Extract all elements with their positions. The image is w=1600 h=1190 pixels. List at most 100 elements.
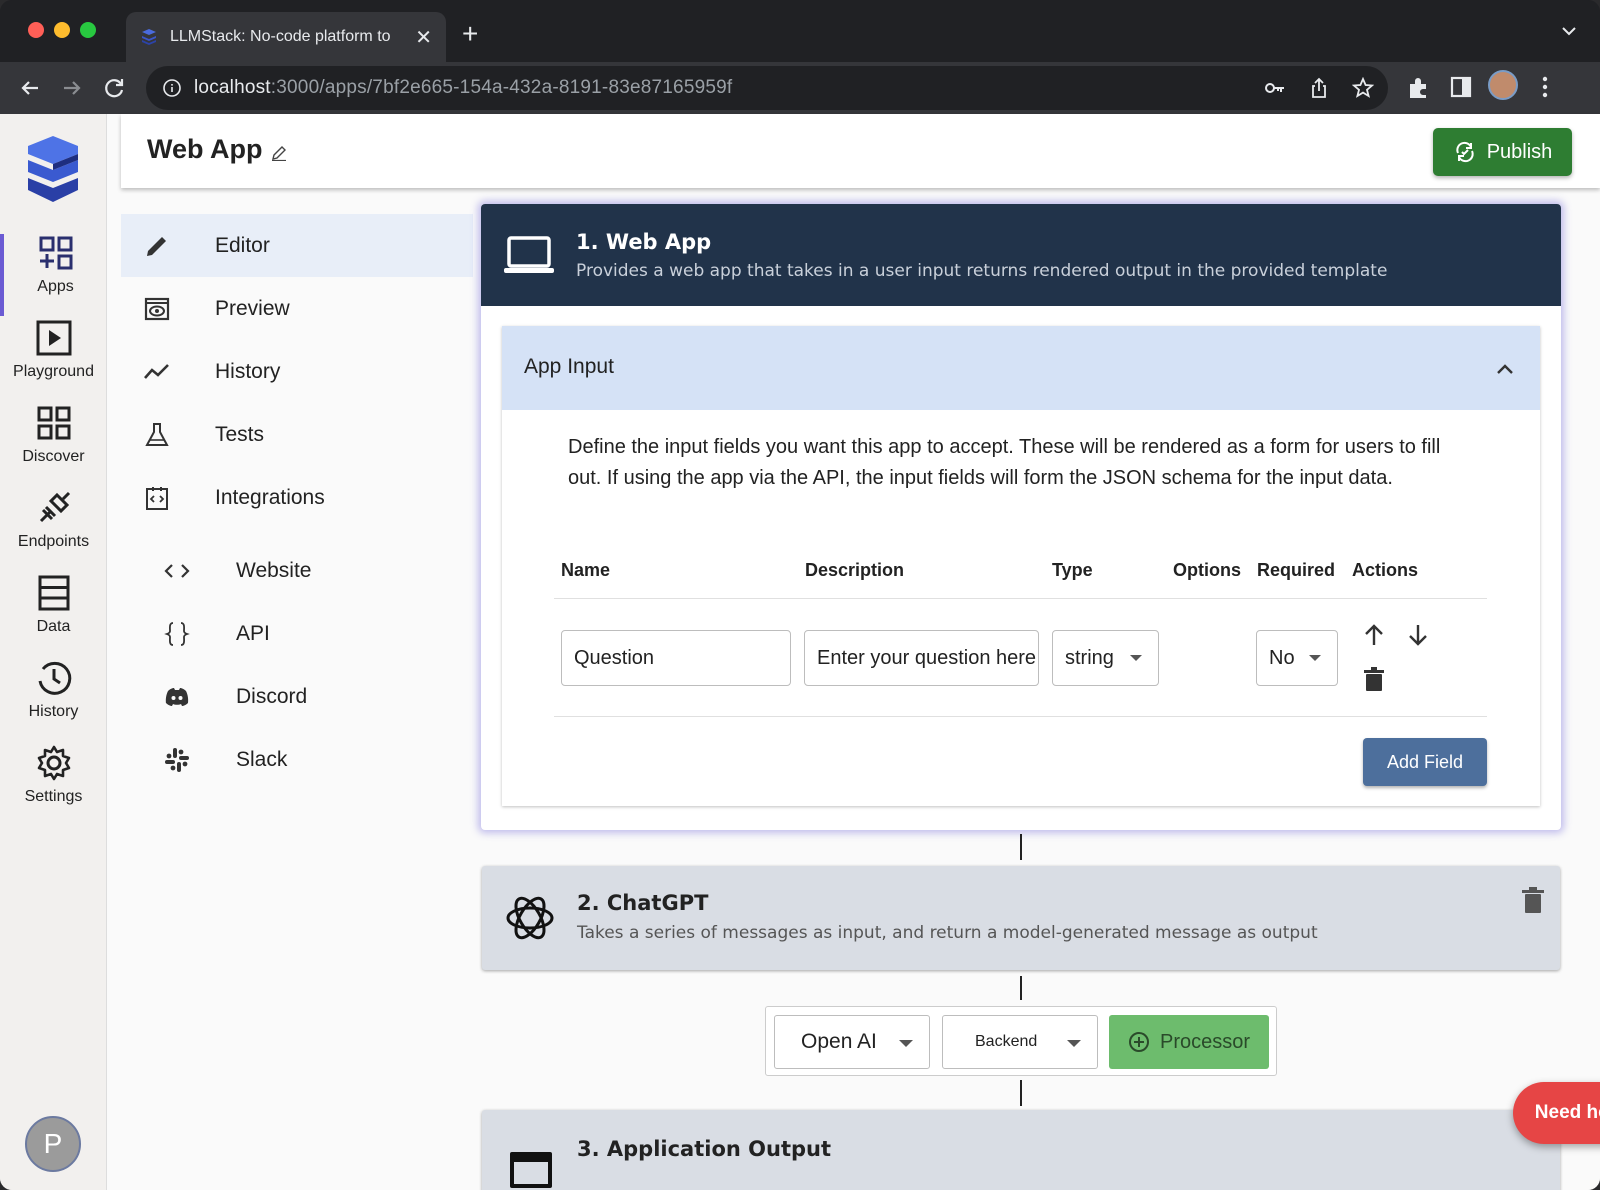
leftnav-settings[interactable]: Settings: [0, 744, 107, 826]
publish-sync-icon: [1456, 141, 1474, 163]
chevron-up-icon[interactable]: [1494, 358, 1516, 380]
step-chatgpt-description: Takes a series of messages as input, and…: [577, 923, 1318, 943]
openai-logo-icon: [506, 896, 554, 940]
leftnav-apps[interactable]: Apps: [0, 234, 107, 316]
field-required-select[interactable]: No: [1256, 630, 1338, 686]
subnav-discord-label: Discord: [236, 684, 308, 708]
subnav-slack[interactable]: Slack: [121, 728, 473, 791]
forward-arrow-icon[interactable]: [58, 74, 86, 102]
step-chatgpt-card[interactable]: 2. ChatGPT Takes a series of messages as…: [482, 866, 1560, 970]
subnav-preview[interactable]: Preview: [121, 277, 473, 340]
step-web-app-card: 1. Web App Provides a web app that takes…: [481, 204, 1561, 830]
llmstack-favicon-icon: [142, 29, 156, 45]
new-tab-button[interactable]: +: [462, 18, 478, 50]
back-arrow-icon[interactable]: [16, 74, 44, 102]
url-path: :3000/apps/7bf2e665-154a-432a-8191-83e87…: [270, 77, 733, 98]
leftnav-history-label: History: [28, 703, 79, 720]
tab-search-chevron-icon[interactable]: [1560, 22, 1578, 40]
subnav-history-label: History: [215, 359, 281, 383]
main-content: Web App Publish Editor Preview History T…: [107, 114, 1600, 1190]
close-window-button[interactable]: [28, 22, 44, 38]
plug-icon: [39, 491, 70, 523]
leftnav-endpoints[interactable]: Endpoints: [0, 489, 107, 571]
subnav-tests[interactable]: Tests: [121, 403, 473, 466]
user-avatar[interactable]: P: [25, 1116, 81, 1172]
subnav-website[interactable]: Website: [121, 539, 473, 602]
field-description-input[interactable]: Enter your question here: [804, 630, 1039, 686]
bookmark-star-icon[interactable]: [1352, 77, 1374, 99]
subnav-discord[interactable]: Discord: [121, 665, 473, 728]
need-help-button[interactable]: Need help?: [1513, 1082, 1600, 1144]
col-description: Description: [805, 560, 905, 580]
tab-title: LLMStack: No-code platform to: [170, 28, 391, 45]
leftnav-data[interactable]: Data: [0, 574, 107, 656]
key-icon[interactable]: [1264, 77, 1286, 99]
database-icon: [38, 575, 69, 611]
close-tab-icon[interactable]: ✕: [415, 25, 432, 50]
browser-tab[interactable]: LLMStack: No-code platform to ✕: [126, 12, 446, 62]
app-input-description: Define the input fields you want this ap…: [568, 436, 1441, 489]
delete-field-trash-icon[interactable]: [1361, 666, 1387, 692]
play-icon: [36, 320, 71, 356]
move-up-arrow-icon[interactable]: [1361, 622, 1387, 648]
table-divider-bottom: [554, 716, 1487, 717]
app-input-header[interactable]: App Input: [502, 326, 1540, 410]
minimize-window-button[interactable]: [54, 22, 70, 38]
move-down-arrow-icon[interactable]: [1405, 622, 1431, 648]
share-icon[interactable]: [1308, 77, 1330, 99]
field-required-value: No: [1269, 646, 1295, 669]
step-web-app-description: Provides a web app that takes in a user …: [576, 261, 1388, 281]
required-dropdown-caret-icon: [1309, 655, 1321, 661]
step-chatgpt-title: 2. ChatGPT: [577, 891, 709, 915]
delete-step-trash-icon[interactable]: [1520, 886, 1546, 914]
flask-icon: [145, 422, 169, 446]
subnav-api-label: API: [236, 621, 270, 645]
address-bar[interactable]: localhost:3000/apps/7bf2e665-154a-432a-8…: [146, 66, 1388, 110]
col-type: Type: [1052, 560, 1093, 580]
step-web-app-title: 1. Web App: [576, 230, 712, 254]
browser-toolbar: localhost:3000/apps/7bf2e665-154a-432a-8…: [0, 62, 1600, 114]
backend-select[interactable]: Backend: [942, 1015, 1098, 1069]
gear-icon: [37, 745, 70, 781]
app-input-accordion: App Input Define the input fields you wa…: [502, 326, 1540, 806]
browser-window: LLMStack: No-code platform to ✕ + localh…: [0, 0, 1600, 1190]
leftnav-playground-label: Playground: [13, 363, 94, 380]
extensions-puzzle-icon[interactable]: [1406, 74, 1432, 100]
provider-value: Open AI: [801, 1030, 877, 1053]
step-web-app-header[interactable]: 1. Web App Provides a web app that takes…: [481, 204, 1561, 306]
publish-button[interactable]: Publish: [1433, 128, 1572, 176]
leftnav-endpoints-label: Endpoints: [17, 533, 90, 550]
add-processor-button[interactable]: Processor: [1109, 1015, 1269, 1069]
field-name-input[interactable]: Question: [561, 630, 791, 686]
subnav-history[interactable]: History: [121, 340, 473, 403]
leftnav-history[interactable]: History: [0, 659, 107, 741]
subnav-integrations[interactable]: Integrations: [121, 466, 473, 529]
pencil-icon: [147, 236, 166, 256]
provider-select[interactable]: Open AI: [774, 1015, 930, 1069]
col-actions: Actions: [1352, 560, 1419, 580]
field-type-select[interactable]: string: [1052, 630, 1159, 686]
profile-avatar[interactable]: [1488, 70, 1518, 100]
browser-menu-icon[interactable]: [1532, 74, 1558, 100]
maximize-window-button[interactable]: [80, 22, 96, 38]
llmstack-logo-icon[interactable]: [20, 134, 86, 206]
leftnav-playground[interactable]: Playground: [0, 319, 107, 401]
reload-icon[interactable]: [100, 74, 128, 102]
left-nav: Apps Playground Discover Endpoints Data …: [0, 114, 107, 1190]
add-field-button[interactable]: Add Field: [1363, 738, 1487, 786]
backend-caret-icon: [1067, 1040, 1081, 1047]
site-info-icon[interactable]: [162, 78, 182, 98]
preview-eye-icon: [144, 297, 170, 320]
side-panel-icon[interactable]: [1448, 74, 1474, 100]
subnav-editor[interactable]: Editor: [121, 214, 473, 277]
apps-icon: [39, 236, 72, 270]
step-output-card[interactable]: 3. Application Output: [482, 1110, 1560, 1190]
leftnav-discover[interactable]: Discover: [0, 404, 107, 486]
subnav-integrations-label: Integrations: [215, 485, 325, 509]
flow-connector: [1020, 1080, 1022, 1106]
col-required: Required: [1257, 560, 1336, 580]
subnav-api[interactable]: API: [121, 602, 473, 665]
backend-value: Backend: [975, 1033, 1038, 1050]
edit-pencil-icon[interactable]: [271, 145, 287, 161]
leftnav-discover-label: Discover: [22, 448, 85, 465]
